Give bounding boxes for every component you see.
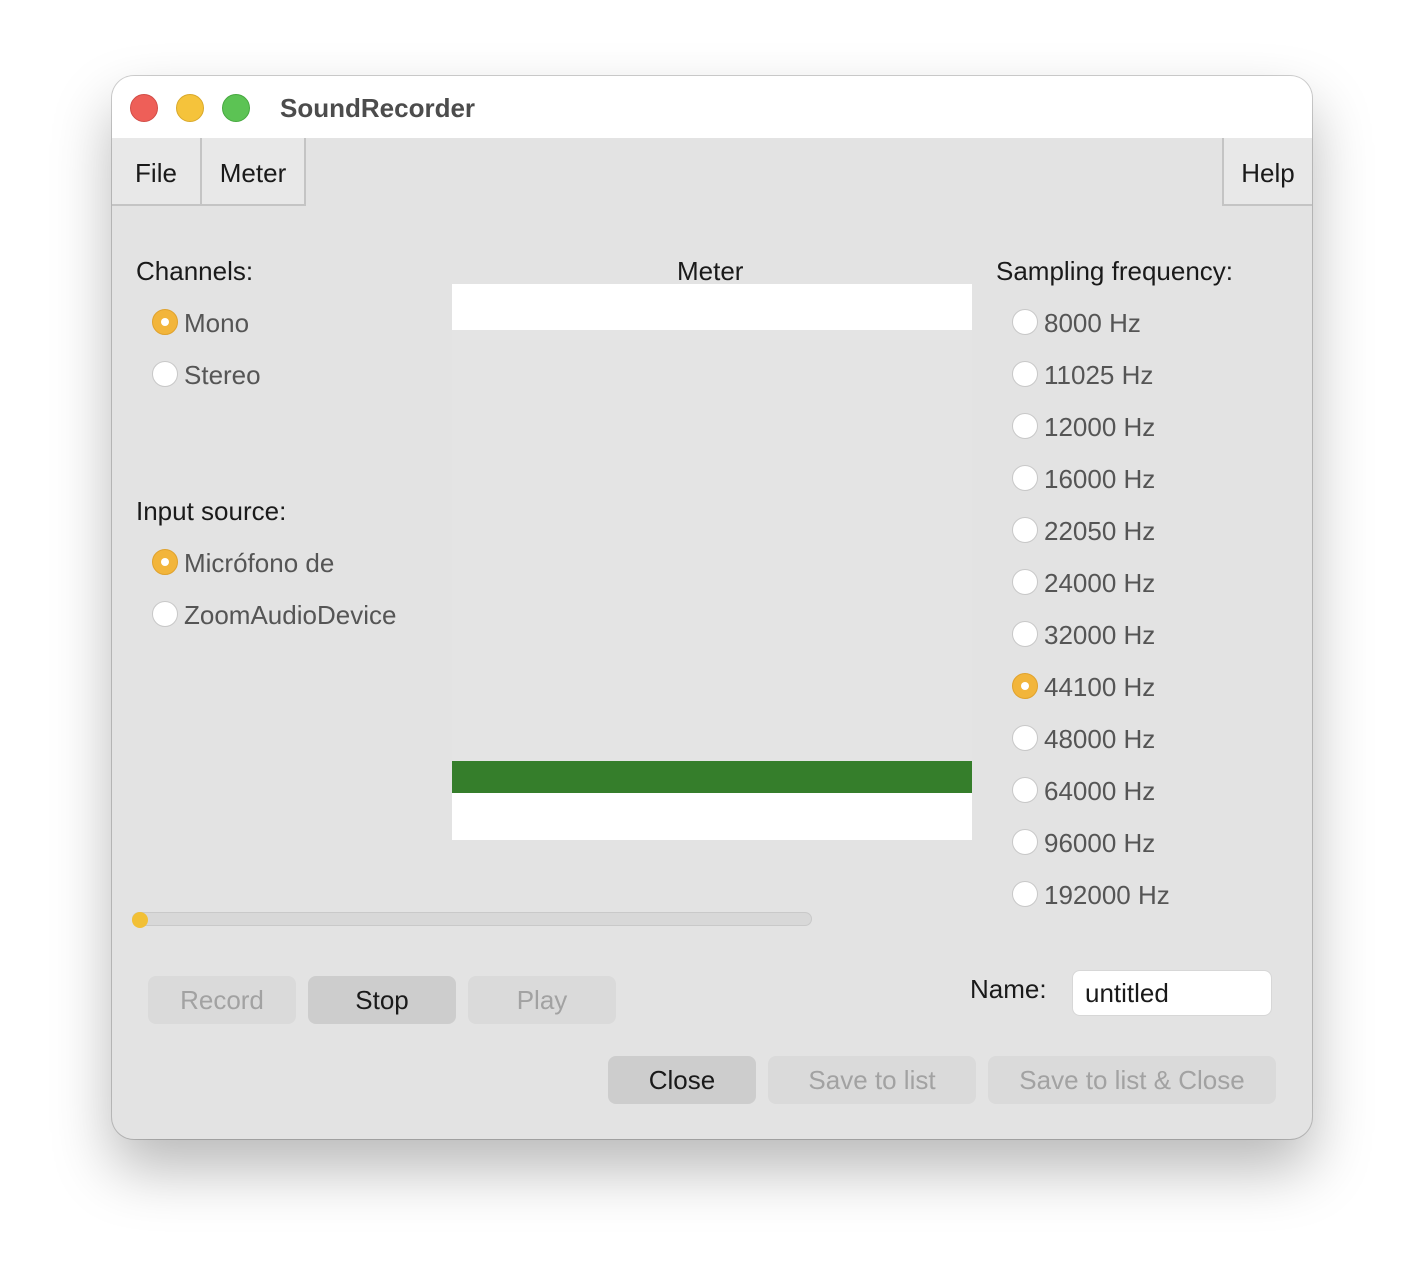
title-bar: SoundRecorder: [112, 76, 1312, 138]
menu-file[interactable]: File: [112, 138, 202, 206]
sampling-radio-32000-hz[interactable]: [1012, 621, 1038, 647]
sampling-radio-44100-hz[interactable]: [1012, 673, 1038, 699]
sampling-label-24000-hz[interactable]: 24000 Hz: [1044, 568, 1155, 599]
sampling-label-22050-hz[interactable]: 22050 Hz: [1044, 516, 1155, 547]
channel-stereo-label[interactable]: Stereo: [184, 360, 261, 391]
position-slider[interactable]: [132, 912, 812, 926]
sampling-radio-96000-hz[interactable]: [1012, 829, 1038, 855]
zoom-window-button[interactable]: [222, 94, 250, 122]
menu-meter[interactable]: Meter: [202, 138, 306, 206]
menu-help[interactable]: Help: [1222, 138, 1312, 206]
input-source-label: Input source:: [136, 496, 287, 526]
close-window-button[interactable]: [130, 94, 158, 122]
position-slider-knob[interactable]: [132, 912, 148, 928]
meter-level-bar: [452, 761, 972, 793]
play-button[interactable]: Play: [468, 976, 616, 1024]
sampling-frequency-label: Sampling frequency:: [996, 256, 1234, 286]
sampling-label-32000-hz[interactable]: 32000 Hz: [1044, 620, 1155, 651]
sampling-label-64000-hz[interactable]: 64000 Hz: [1044, 776, 1155, 807]
input-zoom-radio[interactable]: [152, 601, 178, 627]
sampling-radio-24000-hz[interactable]: [1012, 569, 1038, 595]
sampling-label-44100-hz[interactable]: 44100 Hz: [1044, 672, 1155, 703]
sampling-label-12000-hz[interactable]: 12000 Hz: [1044, 412, 1155, 443]
sampling-label-192000-hz[interactable]: 192000 Hz: [1044, 880, 1170, 911]
sampling-label-8000-hz[interactable]: 8000 Hz: [1044, 308, 1141, 339]
input-zoom-label[interactable]: ZoomAudioDevice: [184, 600, 396, 631]
sampling-radio-11025-hz[interactable]: [1012, 361, 1038, 387]
save-to-list-and-close-button[interactable]: Save to list & Close: [988, 1056, 1276, 1104]
sampling-label-96000-hz[interactable]: 96000 Hz: [1044, 828, 1155, 859]
sampling-radio-192000-hz[interactable]: [1012, 881, 1038, 907]
input-microphone-label[interactable]: Micrófono de: [184, 548, 334, 579]
name-input[interactable]: [1072, 970, 1272, 1016]
sampling-radio-8000-hz[interactable]: [1012, 309, 1038, 335]
menu-bar: File Meter Help: [112, 138, 1312, 208]
meter-bottom-band: [452, 793, 972, 840]
name-label: Name:: [970, 974, 1047, 1004]
level-meter: [452, 284, 972, 840]
sampling-radio-48000-hz[interactable]: [1012, 725, 1038, 751]
channel-mono-radio[interactable]: [152, 309, 178, 335]
channel-mono-label[interactable]: Mono: [184, 308, 249, 339]
record-button[interactable]: Record: [148, 976, 296, 1024]
sampling-radio-12000-hz[interactable]: [1012, 413, 1038, 439]
sampling-label-48000-hz[interactable]: 48000 Hz: [1044, 724, 1155, 755]
sampling-radio-16000-hz[interactable]: [1012, 465, 1038, 491]
close-button[interactable]: Close: [608, 1056, 756, 1104]
sampling-radio-22050-hz[interactable]: [1012, 517, 1038, 543]
window-title: SoundRecorder: [280, 93, 476, 123]
save-to-list-button[interactable]: Save to list: [768, 1056, 976, 1104]
sound-recorder-window: SoundRecorder File Meter Help Channels: …: [112, 76, 1312, 1139]
channel-stereo-radio[interactable]: [152, 361, 178, 387]
meter-label: Meter: [677, 256, 744, 286]
meter-top-band: [452, 284, 972, 330]
minimize-window-button[interactable]: [176, 94, 204, 122]
sampling-radio-64000-hz[interactable]: [1012, 777, 1038, 803]
sampling-label-11025-hz[interactable]: 11025 Hz: [1044, 360, 1153, 391]
channels-label: Channels:: [136, 256, 254, 286]
input-microphone-radio[interactable]: [152, 549, 178, 575]
stop-button[interactable]: Stop: [308, 976, 456, 1024]
sampling-label-16000-hz[interactable]: 16000 Hz: [1044, 464, 1155, 495]
